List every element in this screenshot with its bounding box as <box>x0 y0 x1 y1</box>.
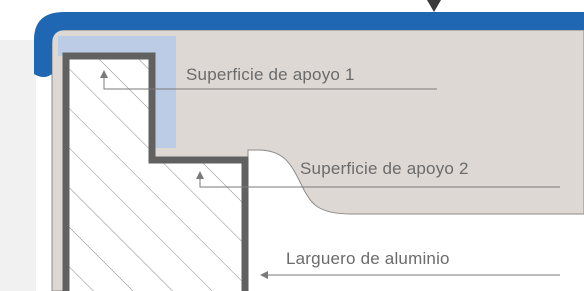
label-aluminium-rail: Larguero de aluminio <box>286 249 450 268</box>
left-background-band <box>0 40 36 291</box>
cross-section-diagram: Superficie de apoyo 1 Superficie de apoy… <box>0 0 584 291</box>
label-support-surface-1: Superficie de apoyo 1 <box>186 65 355 84</box>
label-support-surface-2: Superficie de apoyo 2 <box>300 159 469 178</box>
diagram-canvas: Superficie de apoyo 1 Superficie de apoy… <box>0 0 584 291</box>
